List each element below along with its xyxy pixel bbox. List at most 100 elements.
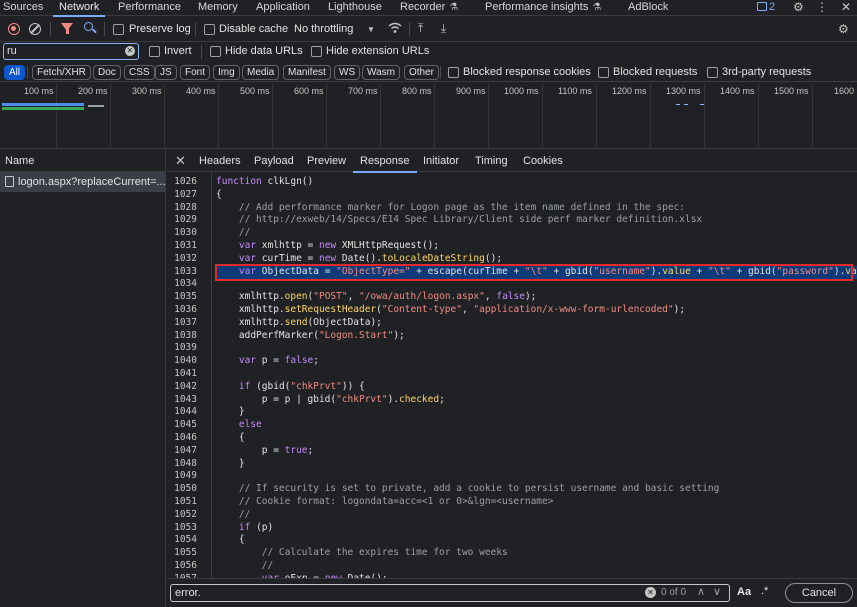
line-number: 1026	[174, 176, 197, 187]
chip-img[interactable]: Img	[213, 65, 240, 80]
line-number: 1027	[174, 188, 197, 200]
code-line: // Add performance marker for Logon page…	[216, 201, 685, 213]
code-line: // http://exweb/14/Specs/E14 Spec Librar…	[216, 214, 703, 226]
chip-fetch-xhr[interactable]: Fetch/XHR	[32, 65, 91, 80]
tab-payload[interactable]: Payload	[254, 150, 294, 172]
hide-data-urls-checkbox[interactable]	[210, 46, 221, 57]
code-line: p = p | gbid("chkPrvt").checked;	[216, 393, 445, 405]
timeline-tick-label: 1400 ms	[720, 86, 755, 96]
timeline-gridline	[650, 83, 651, 149]
line-number: 1038	[174, 329, 197, 341]
chevron-up-icon[interactable]: ∧	[697, 585, 705, 598]
timeline-tick-label: 300 ms	[132, 86, 162, 96]
cancel-button[interactable]: Cancel	[785, 583, 853, 603]
line-number: 1044	[174, 406, 197, 418]
filter-input[interactable]: ru	[3, 43, 139, 60]
timeline-overview[interactable]: 100 ms 200 ms 300 ms 400 ms 500 ms 600 m…	[0, 83, 857, 149]
code-line: // Cookie format: logondata=acc=<1 or 0>…	[216, 496, 554, 507]
line-number: 1055	[174, 547, 197, 559]
chip-css[interactable]: CSS	[124, 65, 155, 80]
code-line: p = true;	[216, 444, 314, 456]
chip-doc[interactable]: Doc	[93, 65, 121, 80]
flask-icon: ⚗	[592, 2, 602, 13]
tab-performance[interactable]: Performance	[118, 0, 181, 16]
line-number: 1040	[174, 355, 197, 367]
tab-sources[interactable]: Sources	[3, 0, 43, 16]
clear-filter-icon[interactable]: ✕	[125, 46, 135, 56]
timeline-tick-label: 100 ms	[24, 86, 54, 96]
timeline-gridline	[488, 83, 489, 149]
tab-cookies[interactable]: Cookies	[523, 150, 563, 172]
match-case-button[interactable]: Aa	[737, 586, 751, 598]
blocked-requests-label: Blocked requests	[613, 66, 698, 78]
chip-other[interactable]: Other	[404, 65, 440, 80]
network-conditions-icon[interactable]	[388, 22, 402, 34]
chip-font[interactable]: Font	[180, 65, 211, 80]
line-number: 1033	[174, 265, 197, 277]
tab-response[interactable]: Response	[353, 150, 417, 173]
chip-ws[interactable]: WS	[334, 65, 361, 80]
preserve-log-checkbox[interactable]	[113, 24, 124, 35]
line-number: 1049	[174, 470, 197, 482]
code-line: else	[238, 419, 262, 431]
blocked-requests-checkbox[interactable]	[598, 67, 609, 78]
chevron-down-icon[interactable]: ∨	[713, 585, 721, 598]
timeline-tick-label: 1200 ms	[612, 86, 647, 96]
line-number: 1034	[174, 278, 197, 290]
chip-js[interactable]: JS	[155, 65, 177, 80]
invert-checkbox[interactable]	[149, 46, 160, 57]
tab-lighthouse[interactable]: Lighthouse	[328, 0, 382, 16]
tab-network[interactable]: Network	[52, 0, 106, 17]
timeline-marker	[676, 104, 680, 105]
timeline-tick-label: 1300 ms	[666, 86, 701, 96]
line-number: 1048	[174, 457, 197, 469]
chip-manifest[interactable]: Manifest	[283, 65, 331, 80]
clear-search-icon[interactable]: ✕	[645, 587, 656, 598]
tab-recorder[interactable]: Recorder ⚗	[400, 0, 458, 16]
tab-performance-insights-label: Performance insights	[485, 1, 589, 13]
chip-media[interactable]: Media	[242, 65, 280, 80]
request-row[interactable]: logon.aspx?replaceCurrent=...	[0, 172, 165, 192]
third-party-checkbox[interactable]	[707, 67, 718, 78]
issues-icon[interactable]	[757, 2, 767, 11]
tab-initiator[interactable]: Initiator	[423, 150, 459, 172]
more-menu-icon[interactable]: ⋮	[816, 0, 828, 14]
disable-cache-label: Disable cache	[219, 23, 289, 35]
tab-timing[interactable]: Timing	[475, 150, 508, 172]
search-icon[interactable]	[84, 22, 93, 31]
settings-gear-icon[interactable]: ⚙	[793, 0, 804, 14]
timeline-gridline	[596, 83, 597, 149]
name-column-header[interactable]: Name	[0, 150, 165, 172]
response-code-view[interactable]: 1026 1027 1028 1029 1030 1031 1032 1033 1034 1035…	[167, 172, 857, 578]
network-settings-gear-icon[interactable]: ⚙	[838, 22, 849, 36]
chip-all[interactable]: All	[4, 65, 26, 80]
code-line: var xmlhttp = new XMLHttpRequest();	[238, 240, 440, 251]
chevron-down-icon[interactable]: ▼	[367, 25, 375, 34]
clear-icon[interactable]	[29, 23, 41, 35]
hide-extension-urls-checkbox[interactable]	[311, 46, 322, 57]
tab-headers[interactable]: Headers	[199, 150, 241, 172]
throttling-select[interactable]: No throttling	[294, 23, 353, 35]
disable-cache-checkbox[interactable]	[204, 24, 215, 35]
regex-button[interactable]: .*	[761, 585, 768, 597]
tab-memory[interactable]: Memory	[198, 0, 238, 16]
filter-icon[interactable]	[61, 23, 73, 34]
tab-performance-insights[interactable]: Performance insights ⚗	[485, 0, 601, 16]
tab-application[interactable]: Application	[256, 0, 310, 16]
close-devtools-icon[interactable]: ✕	[841, 0, 851, 14]
export-har-icon[interactable]: ⤓	[441, 21, 446, 36]
separator	[50, 22, 51, 36]
blocked-response-cookies-checkbox[interactable]	[448, 67, 459, 78]
record-icon[interactable]	[8, 23, 20, 35]
timeline-tick-label: 700 ms	[348, 86, 378, 96]
third-party-label: 3rd-party requests	[722, 66, 812, 78]
line-number: 1030	[174, 227, 197, 239]
tab-preview[interactable]: Preview	[307, 150, 346, 172]
close-icon[interactable]: ✕	[175, 153, 186, 169]
import-har-icon[interactable]: ⤒	[418, 21, 423, 36]
chip-wasm[interactable]: Wasm	[362, 65, 400, 80]
timeline-tick-label: 500 ms	[240, 86, 270, 96]
timeline-tick-label: 1000 ms	[504, 86, 539, 96]
tab-adblock[interactable]: AdBlock	[628, 0, 668, 16]
code-line: {	[216, 188, 222, 200]
